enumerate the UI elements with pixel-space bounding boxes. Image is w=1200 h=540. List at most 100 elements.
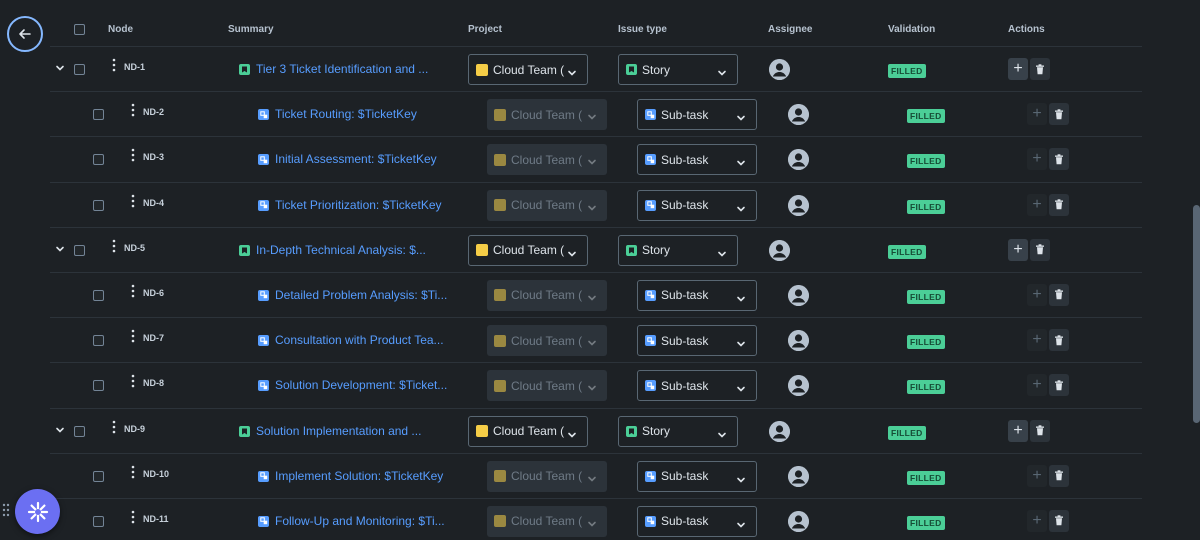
subtask-icon <box>258 109 269 121</box>
project-select: Cloud Team ( <box>487 189 607 221</box>
project-select: Cloud Team ( <box>487 325 607 357</box>
assistant-button[interactable] <box>15 489 60 534</box>
issue-type-select[interactable]: Sub-task <box>637 370 757 402</box>
summary-link[interactable]: Tier 3 Ticket Identification and ... <box>256 62 428 76</box>
summary-link[interactable]: Detailed Problem Analysis: $Ti... <box>275 288 447 302</box>
project-select[interactable]: Cloud Team ( <box>468 54 588 85</box>
add-child-button[interactable]: + <box>1027 148 1047 171</box>
row-checkbox[interactable] <box>93 199 104 211</box>
add-child-button[interactable]: + <box>1027 509 1047 532</box>
row-checkbox[interactable] <box>93 109 104 121</box>
assignee-avatar[interactable] <box>769 420 790 442</box>
chevron-down-icon[interactable] <box>55 422 65 433</box>
delete-button[interactable] <box>1049 283 1069 306</box>
row-checkbox[interactable] <box>93 380 104 392</box>
delete-button[interactable] <box>1049 103 1069 126</box>
add-child-button[interactable]: + <box>1008 238 1028 261</box>
row-checkbox[interactable] <box>74 425 85 437</box>
summary-link[interactable]: In-Depth Technical Analysis: $... <box>256 243 426 257</box>
delete-button[interactable] <box>1030 419 1050 442</box>
row-checkbox[interactable] <box>93 515 104 527</box>
project-value: Cloud Team ( <box>511 152 583 167</box>
drag-menu-icon[interactable] <box>112 420 116 434</box>
delete-button[interactable] <box>1049 193 1069 216</box>
row-checkbox[interactable] <box>93 335 104 347</box>
back-button[interactable] <box>7 16 43 52</box>
project-select[interactable]: Cloud Team ( <box>468 234 588 266</box>
drag-menu-icon[interactable] <box>131 510 135 524</box>
add-child-button[interactable]: + <box>1027 374 1047 397</box>
issue-type-select[interactable]: Sub-task <box>637 279 757 311</box>
project-select[interactable]: Cloud Team ( <box>468 415 588 447</box>
drag-menu-icon[interactable] <box>131 284 135 298</box>
issue-type-select[interactable]: Sub-task <box>637 189 757 221</box>
issue-type-select[interactable]: Sub-task <box>637 460 757 492</box>
assignee-avatar[interactable] <box>788 375 809 397</box>
add-child-button[interactable]: + <box>1008 58 1028 80</box>
node-id: ND-2 <box>143 107 165 118</box>
assignee-avatar[interactable] <box>769 59 790 80</box>
drag-menu-icon[interactable] <box>131 194 135 208</box>
assignee-avatar[interactable] <box>788 284 809 306</box>
drag-menu-icon[interactable] <box>112 58 116 72</box>
node-id: ND-11 <box>143 513 169 524</box>
issue-type-select[interactable]: Story <box>618 54 738 85</box>
row-checkbox[interactable] <box>93 470 104 482</box>
assignee-avatar[interactable] <box>788 149 809 171</box>
delete-button[interactable] <box>1049 374 1069 397</box>
issue-type-value: Story <box>642 62 671 77</box>
drag-menu-icon[interactable] <box>131 329 135 343</box>
row-checkbox[interactable] <box>93 154 104 166</box>
drag-menu-icon[interactable] <box>131 465 135 479</box>
subtask-icon <box>258 154 269 166</box>
chevron-down-icon <box>717 429 727 443</box>
summary-link[interactable]: Follow-Up and Monitoring: $Ti... <box>275 514 445 528</box>
delete-button[interactable] <box>1049 509 1069 532</box>
add-child-button[interactable]: + <box>1008 419 1028 442</box>
chevron-down-icon <box>587 382 597 396</box>
add-child-button[interactable]: + <box>1027 283 1047 306</box>
issue-type-select[interactable]: Sub-task <box>637 325 757 357</box>
summary-link[interactable]: Ticket Prioritization: $TicketKey <box>275 198 442 212</box>
project-icon <box>476 244 488 257</box>
assignee-avatar[interactable] <box>769 239 790 261</box>
vertical-scrollbar[interactable] <box>1193 205 1200 423</box>
add-child-button[interactable]: + <box>1027 103 1047 126</box>
summary-link[interactable]: Solution Implementation and ... <box>256 424 421 438</box>
drag-menu-icon[interactable] <box>131 103 135 117</box>
drag-handle-icon[interactable] <box>2 503 10 522</box>
assignee-avatar[interactable] <box>788 104 809 126</box>
select-all-checkbox[interactable] <box>74 24 85 35</box>
add-child-button[interactable]: + <box>1027 329 1047 352</box>
row-checkbox[interactable] <box>74 244 85 256</box>
drag-menu-icon[interactable] <box>112 239 116 253</box>
issue-type-select[interactable]: Story <box>618 234 738 266</box>
delete-button[interactable] <box>1049 148 1069 171</box>
summary-link[interactable]: Implement Solution: $TicketKey <box>275 469 443 483</box>
drag-menu-icon[interactable] <box>131 374 135 388</box>
summary-link[interactable]: Consultation with Product Tea... <box>275 333 444 347</box>
issue-type-select[interactable]: Story <box>618 415 738 447</box>
assignee-avatar[interactable] <box>788 194 809 216</box>
row-checkbox[interactable] <box>93 289 104 301</box>
add-child-button[interactable]: + <box>1027 193 1047 216</box>
issue-type-select[interactable]: Sub-task <box>637 505 757 537</box>
assignee-avatar[interactable] <box>788 330 809 352</box>
drag-menu-icon[interactable] <box>131 148 135 162</box>
delete-button[interactable] <box>1049 329 1069 352</box>
chevron-down-icon[interactable] <box>55 60 65 71</box>
summary-link[interactable]: Ticket Routing: $TicketKey <box>275 107 417 121</box>
assignee-avatar[interactable] <box>788 510 809 532</box>
add-child-button[interactable]: + <box>1027 464 1047 487</box>
chevron-down-icon <box>736 157 746 171</box>
chevron-down-icon[interactable] <box>55 241 65 252</box>
delete-button[interactable] <box>1030 238 1050 261</box>
summary-link[interactable]: Initial Assessment: $TicketKey <box>275 152 437 166</box>
assignee-avatar[interactable] <box>788 465 809 487</box>
delete-button[interactable] <box>1030 58 1050 80</box>
row-checkbox[interactable] <box>74 64 85 75</box>
delete-button[interactable] <box>1049 464 1069 487</box>
issue-type-select[interactable]: Sub-task <box>637 144 757 176</box>
issue-type-select[interactable]: Sub-task <box>637 99 757 131</box>
summary-link[interactable]: Solution Development: $Ticket... <box>275 378 447 392</box>
